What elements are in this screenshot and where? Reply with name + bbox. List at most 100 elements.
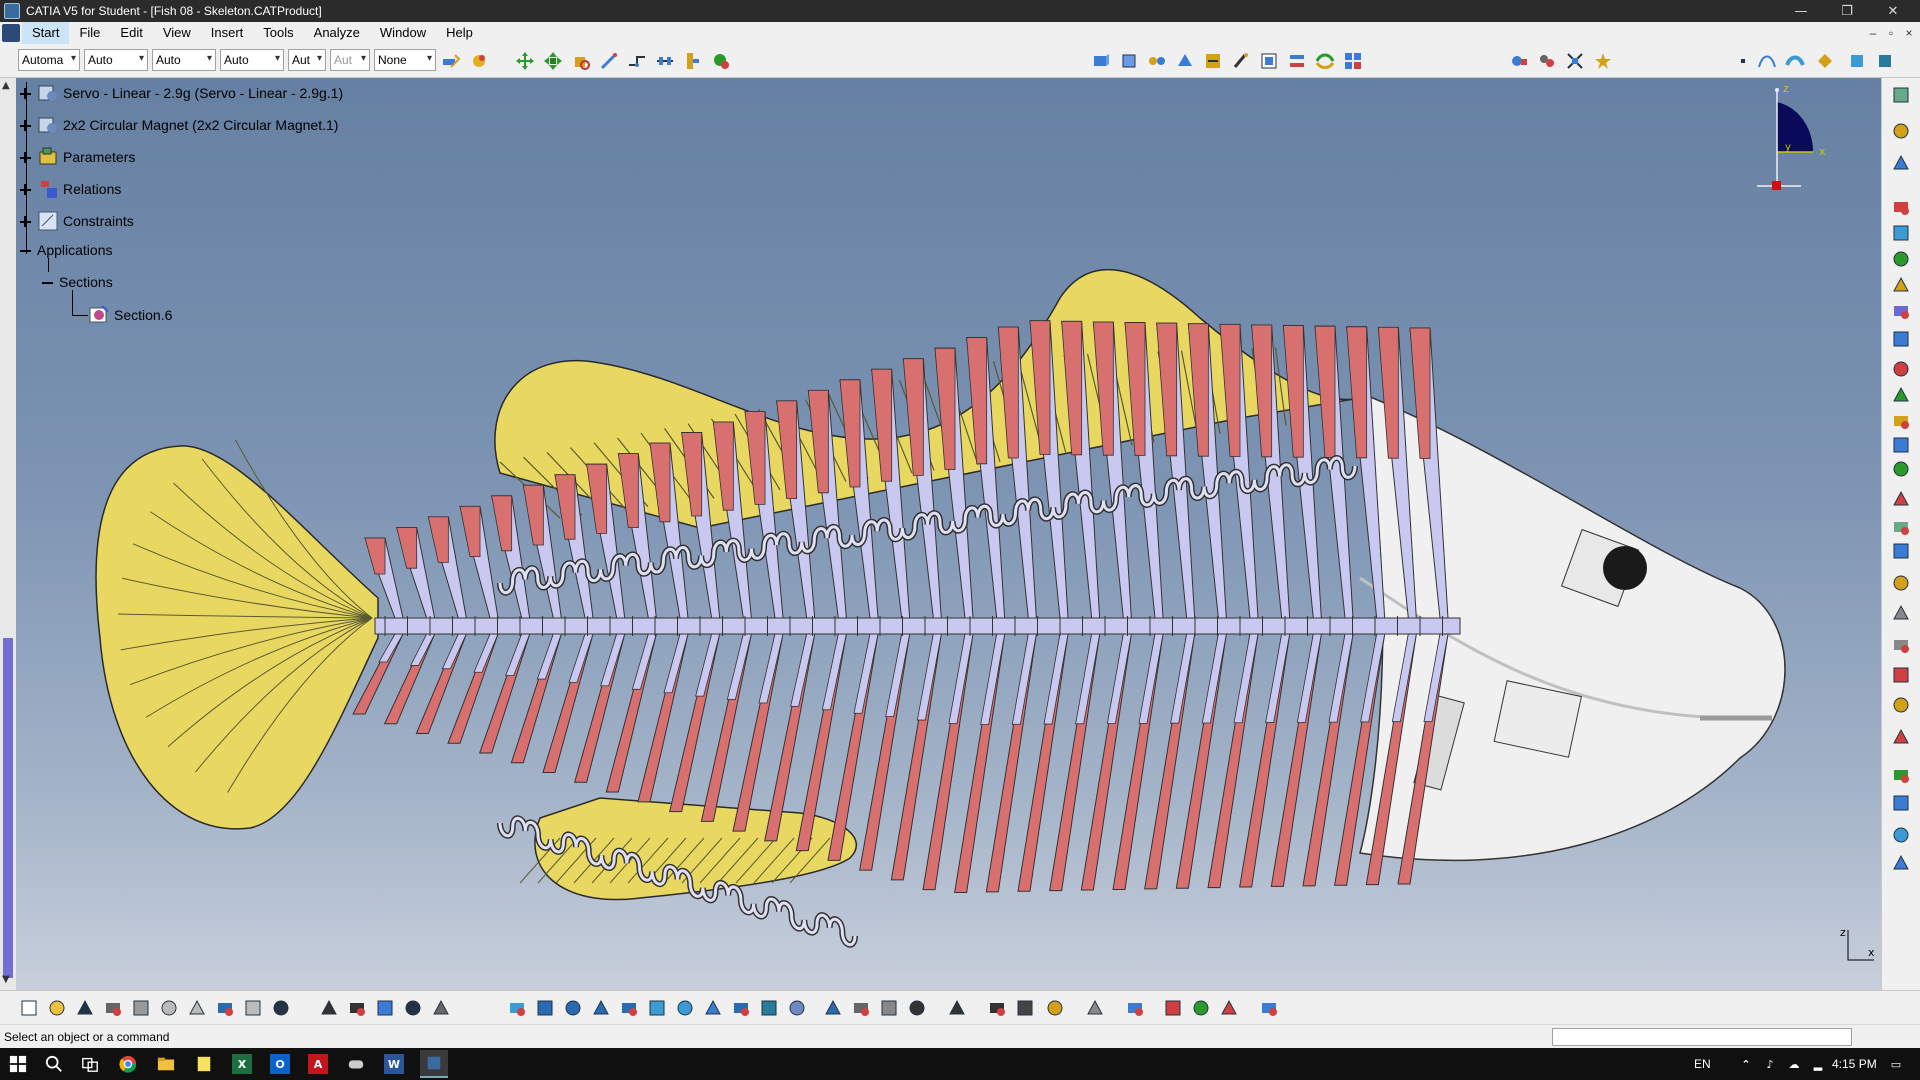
sketch-analysis-icon[interactable] — [1846, 50, 1868, 72]
paint-icon[interactable] — [1890, 726, 1912, 748]
menu-start[interactable]: Start — [22, 22, 70, 44]
open-icon[interactable] — [46, 997, 68, 1019]
tray-chevron-icon[interactable]: ⌃ — [1736, 1054, 1756, 1074]
section-cut-icon[interactable] — [1890, 792, 1912, 814]
product-icon[interactable] — [1890, 222, 1912, 244]
capture-icon[interactable] — [946, 997, 968, 1019]
tree-node-parameters[interactable]: Parameters — [20, 146, 135, 168]
new-icon[interactable] — [18, 997, 40, 1019]
new-part-icon[interactable] — [1174, 50, 1196, 72]
catalog-icon[interactable] — [1890, 824, 1912, 846]
language-indicator[interactable]: EN — [1694, 1057, 1711, 1071]
3d-viewport[interactable] — [0, 78, 1881, 990]
expand-icon[interactable] — [20, 119, 31, 131]
catia-logo-icon[interactable] — [1258, 997, 1280, 1019]
coincidence-icon[interactable] — [1890, 328, 1912, 350]
knowledge-icon[interactable] — [1162, 997, 1184, 1019]
angle-icon[interactable] — [1890, 410, 1912, 432]
menu-edit[interactable]: Edit — [110, 22, 152, 44]
contact-icon[interactable] — [1890, 358, 1912, 380]
compass-handle[interactable] — [1772, 181, 1781, 190]
light-icon[interactable] — [850, 997, 872, 1019]
shading-icon[interactable] — [730, 997, 752, 1019]
fix-icon[interactable] — [1890, 434, 1912, 456]
volume-icon[interactable] — [1814, 50, 1836, 72]
smart-move-icon[interactable] — [626, 50, 648, 72]
layer-combo[interactable]: None — [374, 49, 436, 71]
redo-icon[interactable] — [242, 997, 264, 1019]
clock[interactable]: 4:15 PM — [1832, 1057, 1877, 1071]
shade-tools-icon[interactable] — [1190, 997, 1212, 1019]
game-app-icon[interactable] — [346, 1054, 366, 1074]
change-constraint-icon[interactable] — [1890, 540, 1912, 562]
constraint-icon[interactable] — [1890, 300, 1912, 322]
part-icon[interactable] — [1890, 248, 1912, 270]
fish-skeleton-model[interactable] — [0, 78, 1881, 990]
flag-icon[interactable] — [1890, 664, 1912, 686]
comment-icon[interactable] — [346, 997, 368, 1019]
cut-icon[interactable] — [130, 997, 152, 1019]
library-icon[interactable] — [430, 997, 452, 1019]
menu-file[interactable]: File — [69, 22, 110, 44]
annotation-icon[interactable] — [1890, 602, 1912, 624]
manage-representations-icon[interactable] — [1314, 50, 1336, 72]
measure-between-icon[interactable] — [986, 997, 1008, 1019]
print-icon[interactable] — [102, 997, 124, 1019]
zoom-in-icon[interactable] — [590, 997, 612, 1019]
transparency-combo[interactable]: Auto — [84, 49, 148, 71]
generate-numbering-icon[interactable] — [1258, 50, 1280, 72]
flexible-icon[interactable] — [1890, 516, 1912, 538]
snap-icon[interactable] — [542, 50, 564, 72]
quick-constraint-icon[interactable] — [1890, 488, 1912, 510]
select-arrow-icon[interactable] — [1890, 120, 1912, 142]
isometric-icon[interactable] — [702, 997, 724, 1019]
menu-help[interactable]: Help — [436, 22, 483, 44]
catalog-icon[interactable] — [878, 997, 900, 1019]
volume-icon[interactable]: ♪ — [1760, 1054, 1780, 1074]
zoom-out-icon[interactable] — [618, 997, 640, 1019]
expand-icon[interactable] — [20, 151, 31, 163]
undo-icon[interactable] — [214, 997, 236, 1019]
task-view-icon[interactable] — [80, 1054, 100, 1074]
grid-icon[interactable] — [1218, 997, 1240, 1019]
tree-node-relations[interactable]: Relations — [20, 178, 121, 200]
notifications-icon[interactable]: ▭ — [1886, 1054, 1906, 1074]
menu-insert[interactable]: Insert — [201, 22, 254, 44]
quick-view-icon[interactable] — [674, 997, 696, 1019]
menu-view[interactable]: View — [153, 22, 201, 44]
graphic-properties-icon[interactable] — [468, 50, 490, 72]
tree-node-section-6[interactable]: Section.6 — [88, 304, 172, 326]
curve-icon[interactable] — [1756, 50, 1778, 72]
fly-mode-icon[interactable] — [822, 997, 844, 1019]
tree-node-applications[interactable]: Applications — [20, 242, 113, 258]
stop-manipulate-icon[interactable] — [598, 50, 620, 72]
copy-icon[interactable] — [158, 997, 180, 1019]
pan-icon[interactable] — [534, 997, 556, 1019]
tree-scrollbar[interactable]: ▲ ▼ — [0, 78, 16, 990]
insert-icon[interactable] — [1890, 274, 1912, 296]
collapse-icon[interactable] — [42, 277, 53, 288]
catalog-browser-icon[interactable] — [1508, 50, 1530, 72]
measure-item-icon[interactable] — [1014, 997, 1036, 1019]
distance-constraint-icon[interactable] — [654, 50, 676, 72]
camera-icon[interactable] — [906, 997, 928, 1019]
fast-multi-instantiation-icon[interactable] — [1564, 50, 1586, 72]
tree-node-sections[interactable]: Sections — [42, 274, 113, 290]
refresh-icon[interactable] — [1084, 997, 1106, 1019]
swap-space-icon[interactable] — [786, 997, 808, 1019]
scroll-up-arrow[interactable]: ▲ — [2, 80, 10, 91]
sticky-notes-icon[interactable] — [194, 1054, 214, 1074]
rotate-icon[interactable] — [562, 997, 584, 1019]
scroll-thumb[interactable] — [3, 638, 13, 978]
document-icon[interactable] — [2, 24, 20, 42]
view-icon[interactable] — [1890, 764, 1912, 786]
scissors-icon[interactable] — [1890, 152, 1912, 174]
fix-together-icon[interactable] — [1890, 458, 1912, 480]
text-icon[interactable] — [1890, 634, 1912, 656]
manipulation-icon[interactable] — [514, 50, 536, 72]
tree-node-servo[interactable]: Servo - Linear - 2.9g (Servo - Linear - … — [20, 82, 343, 104]
table-icon[interactable] — [402, 997, 424, 1019]
catia-app-icon[interactable] — [4, 3, 20, 19]
plane-icon[interactable] — [1124, 997, 1146, 1019]
surface-icon[interactable] — [1784, 50, 1806, 72]
